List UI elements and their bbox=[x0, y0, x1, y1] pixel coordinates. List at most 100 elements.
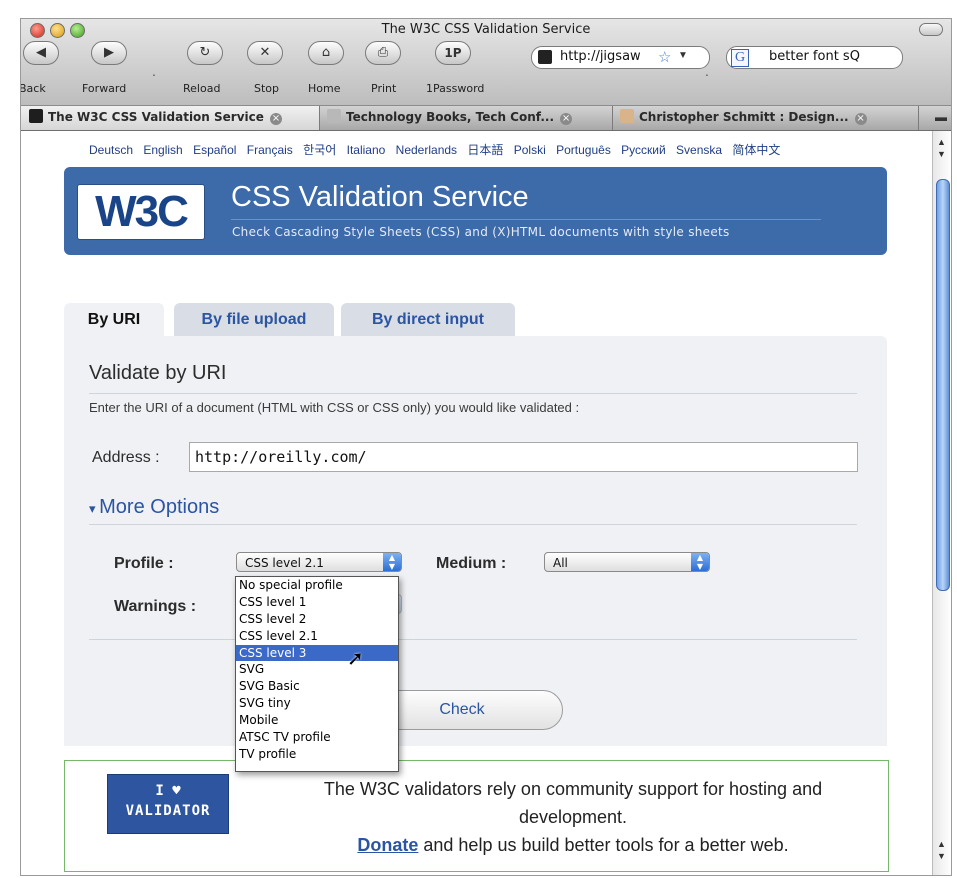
header-banner: W3C CSS Validation Service Check Cascadi… bbox=[64, 167, 887, 255]
tab-technology-books[interactable]: Technology Books, Tech Conf... × bbox=[319, 106, 613, 130]
medium-select-value: All bbox=[553, 556, 568, 570]
scrollbar-thumb[interactable] bbox=[936, 179, 950, 591]
toolbar-toggle-button[interactable] bbox=[919, 23, 943, 36]
print-button[interactable]: ⎙ bbox=[363, 41, 403, 69]
language-link[interactable]: Svenska bbox=[676, 143, 722, 157]
1password-label: 1Password bbox=[426, 82, 485, 95]
tab-label: Christopher Schmitt : Design... bbox=[639, 110, 849, 124]
profile-option[interactable]: ATSC TV profile bbox=[236, 729, 398, 746]
address-bar-text: http://jigsaw bbox=[560, 49, 641, 64]
mouse-pointer-icon: ➚ bbox=[347, 648, 364, 670]
donate-link[interactable]: Donate bbox=[357, 835, 418, 855]
language-link[interactable]: Nederlands bbox=[396, 143, 457, 157]
scroll-up-icon[interactable]: ▲ bbox=[937, 839, 946, 849]
site-favicon-icon bbox=[538, 50, 552, 64]
page-title: CSS Validation Service bbox=[231, 181, 529, 213]
profile-select[interactable]: CSS level 2.1 ▲ ▼ bbox=[236, 552, 402, 572]
history-dropdown-icon[interactable]: ▼ bbox=[678, 50, 688, 61]
language-link[interactable]: English bbox=[143, 143, 182, 157]
1password-icon: 1P bbox=[435, 41, 471, 65]
tab-close-icon[interactable]: × bbox=[560, 113, 573, 125]
badge-text-line2: VALIDATOR bbox=[125, 803, 211, 819]
profile-option[interactable]: CSS level 2.1 bbox=[236, 628, 398, 645]
page-subtitle: Check Cascading Style Sheets (CSS) and (… bbox=[232, 225, 730, 239]
more-options-toggle[interactable]: ▾ More Options bbox=[89, 496, 219, 519]
reload-label: Reload bbox=[183, 82, 221, 95]
tab-by-file-upload[interactable]: By file upload bbox=[174, 303, 334, 336]
divider bbox=[89, 524, 857, 525]
search-bar-text: better font sQ bbox=[769, 49, 860, 64]
profile-option[interactable]: SVG tiny bbox=[236, 695, 398, 712]
stop-button[interactable]: ✕ bbox=[245, 41, 285, 69]
language-link[interactable]: Deutsch bbox=[89, 143, 133, 157]
profile-option[interactable]: No special profile bbox=[236, 577, 398, 594]
tab-close-icon[interactable]: × bbox=[269, 113, 282, 125]
profile-option[interactable]: SVG bbox=[236, 661, 398, 678]
browser-window: The W3C CSS Validation Service ◀ ▶ ↻ ✕ ⌂… bbox=[20, 18, 952, 876]
profile-option[interactable]: SVG Basic bbox=[236, 678, 398, 695]
address-input[interactable]: http://oreilly.com/ bbox=[189, 442, 858, 472]
google-search-icon[interactable]: G bbox=[731, 49, 749, 67]
tab-overflow-icon[interactable]: ▬ bbox=[935, 110, 947, 124]
language-link[interactable]: Русский bbox=[621, 143, 666, 157]
vertical-scrollbar[interactable]: ▲ ▼ ▲ ▼ bbox=[932, 131, 951, 875]
language-link[interactable]: Italiano bbox=[347, 143, 386, 157]
oreilly-favicon-icon bbox=[327, 109, 341, 123]
more-options-label: More Options bbox=[99, 496, 220, 518]
support-message: The W3C validators rely on community sup… bbox=[272, 775, 874, 859]
i-love-validator-badge[interactable]: I ♥ VALIDATOR bbox=[107, 774, 229, 834]
home-button[interactable]: ⌂ bbox=[306, 41, 346, 69]
browser-chrome: The W3C CSS Validation Service ◀ ▶ ↻ ✕ ⌂… bbox=[21, 19, 951, 106]
schmitt-favicon-icon bbox=[620, 109, 634, 123]
reload-icon: ↻ bbox=[187, 41, 223, 65]
tab-close-icon[interactable]: × bbox=[854, 113, 867, 125]
forward-icon: ▶ bbox=[91, 41, 127, 65]
reload-button[interactable]: ↻ bbox=[185, 41, 225, 69]
triangle-down-icon: ▾ bbox=[89, 501, 100, 516]
tab-w3c-validator[interactable]: The W3C CSS Validation Service × bbox=[21, 106, 320, 130]
scroll-down-icon[interactable]: ▼ bbox=[937, 149, 946, 159]
profile-dropdown-list[interactable]: No special profile CSS level 1 CSS level… bbox=[235, 576, 399, 772]
language-link[interactable]: Español bbox=[193, 143, 236, 157]
profile-option[interactable]: CSS level 2 bbox=[236, 611, 398, 628]
back-icon: ◀ bbox=[23, 41, 59, 65]
page-content: Deutsch English Español Français 한국어 Ita… bbox=[21, 131, 932, 875]
forward-button[interactable]: ▶ bbox=[89, 41, 129, 69]
support-text-tail: and help us build better tools for a bet… bbox=[418, 835, 789, 855]
medium-select[interactable]: All ▲ ▼ bbox=[544, 552, 710, 572]
bookmark-star-icon[interactable]: ☆ bbox=[658, 48, 671, 66]
tab-christopher-schmitt[interactable]: Christopher Schmitt : Design... × bbox=[612, 106, 919, 130]
tab-label: Technology Books, Tech Conf... bbox=[346, 110, 555, 124]
language-link[interactable]: Polski bbox=[514, 143, 546, 157]
address-bar[interactable]: http://jigsaw ☆ ▼ bbox=[531, 46, 710, 69]
support-footer: I ♥ VALIDATOR The W3C validators rely on… bbox=[64, 760, 889, 872]
profile-select-value: CSS level 2.1 bbox=[245, 556, 324, 570]
language-link[interactable]: 简体中文 bbox=[732, 143, 780, 157]
profile-option[interactable]: TV profile bbox=[236, 746, 398, 763]
1password-button[interactable]: 1P bbox=[433, 41, 473, 69]
language-link[interactable]: Português bbox=[556, 143, 611, 157]
w3c-favicon-icon bbox=[29, 109, 43, 123]
tab-bar: The W3C CSS Validation Service × Technolo… bbox=[21, 106, 951, 131]
search-bar[interactable]: G better font sQ bbox=[726, 46, 903, 69]
profile-option[interactable]: CSS level 1 bbox=[236, 594, 398, 611]
stop-label: Stop bbox=[254, 82, 280, 95]
window-title: The W3C CSS Validation Service bbox=[381, 22, 591, 37]
warnings-label: Warnings : bbox=[114, 598, 197, 615]
scroll-down-icon[interactable]: ▼ bbox=[937, 851, 946, 861]
home-label: Home bbox=[308, 82, 341, 95]
scroll-up-icon[interactable]: ▲ bbox=[937, 137, 946, 147]
tab-by-direct-input[interactable]: By direct input bbox=[341, 303, 515, 336]
w3c-logo[interactable]: W3C bbox=[77, 184, 205, 240]
profile-option-highlighted[interactable]: CSS level 3 bbox=[236, 644, 398, 662]
language-link[interactable]: 日本語 bbox=[467, 143, 503, 157]
profile-option[interactable]: Mobile bbox=[236, 712, 398, 729]
back-button[interactable]: ◀ bbox=[21, 41, 61, 69]
support-text: The W3C validators rely on community sup… bbox=[323, 779, 823, 827]
back-label: Back bbox=[20, 82, 46, 95]
validate-panel: Validate by URI Enter the URI of a docum… bbox=[64, 336, 887, 746]
language-link[interactable]: 한국어 bbox=[303, 143, 336, 157]
tab-by-uri[interactable]: By URI bbox=[64, 303, 164, 336]
forward-label: Forward bbox=[82, 82, 127, 95]
language-link[interactable]: Français bbox=[247, 143, 293, 157]
